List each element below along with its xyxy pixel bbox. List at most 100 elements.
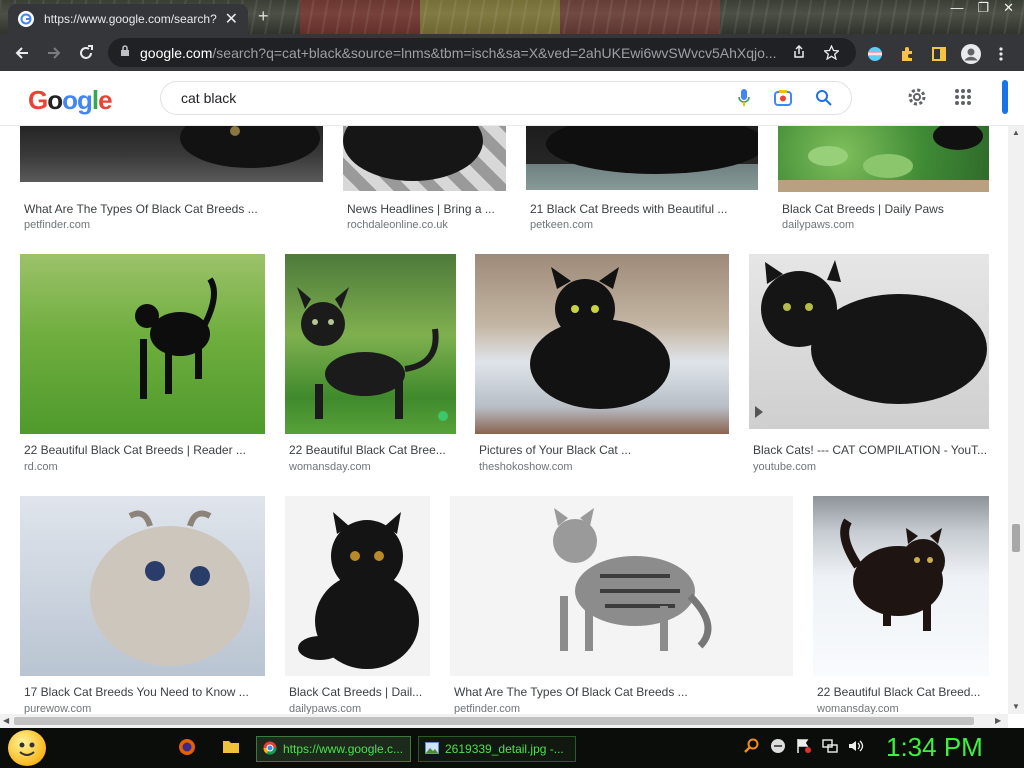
image-thumbnail[interactable] [813, 496, 989, 676]
image-result-card[interactable]: Black Cats! --- CAT COMPILATION - YouT..… [749, 254, 989, 474]
result-source[interactable]: purewow.com [24, 703, 91, 714]
result-source[interactable]: dailypaws.com [289, 703, 361, 714]
image-result-card[interactable]: 22 Beautiful Black Cat Breeds | Reader .… [20, 254, 265, 474]
forward-icon[interactable] [38, 37, 70, 69]
image-thumbnail[interactable] [20, 254, 265, 434]
horizontal-scroll-thumb[interactable] [14, 717, 974, 725]
result-source[interactable]: theshokoshow.com [479, 461, 573, 473]
result-source[interactable]: rd.com [24, 461, 58, 473]
share-icon[interactable] [786, 39, 812, 65]
image-thumbnail[interactable] [749, 254, 989, 429]
result-source[interactable]: dailypaws.com [782, 219, 854, 231]
taskbar: https://www.google.c... 2619339_detail.j… [0, 728, 1024, 768]
image-result-card[interactable]: 21 Black Cat Breeds with Beautiful ... p… [526, 126, 758, 231]
chrome-icon [263, 741, 277, 758]
action-center-flag-icon[interactable] [796, 738, 812, 757]
result-title[interactable]: 17 Black Cat Breeds You Need to Know ... [24, 685, 262, 699]
bookmark-star-icon[interactable] [818, 39, 844, 65]
result-title[interactable]: Pictures of Your Black Cat ... [479, 443, 727, 457]
scroll-down-arrow-icon[interactable]: ▼ [1012, 702, 1020, 711]
address-bar[interactable]: google.com/search?q=cat+black&source=lnm… [108, 38, 856, 67]
taskbar-chrome-window[interactable]: https://www.google.c... [256, 736, 411, 762]
restore-icon[interactable]: ❐ [977, 0, 989, 16]
image-thumbnail[interactable] [20, 126, 323, 182]
result-title[interactable]: 22 Beautiful Black Cat Breed... [817, 685, 989, 699]
image-result-card[interactable]: Black Cat Breeds | Daily Paws dailypaws.… [778, 126, 989, 231]
image-result-card[interactable]: 22 Beautiful Black Cat Bree... womansday… [285, 254, 456, 474]
result-title[interactable]: 22 Beautiful Black Cat Bree... [289, 443, 455, 457]
sign-in-button-edge[interactable] [1002, 80, 1008, 114]
scroll-right-arrow-icon[interactable]: ▶ [995, 716, 1001, 725]
scroll-up-arrow-icon[interactable]: ▲ [1012, 128, 1020, 137]
image-thumbnail[interactable] [285, 254, 456, 434]
lens-search-icon[interactable] [773, 88, 793, 111]
image-result-card[interactable]: 22 Beautiful Black Cat Breed... womansda… [813, 496, 989, 714]
taskbar-clock[interactable]: 1:34 PM [886, 732, 983, 763]
apps-grid-icon[interactable] [954, 88, 972, 111]
image-thumbnail[interactable] [778, 126, 989, 192]
horizontal-scrollbar[interactable]: ◀ ▶ [0, 714, 1008, 728]
search-icon[interactable] [815, 89, 833, 110]
search-input[interactable]: cat black [160, 81, 852, 115]
settings-gear-icon[interactable] [906, 86, 928, 113]
image-result-card[interactable]: Black Cat Breeds | Dail... dailypaws.com [285, 496, 430, 714]
browser-title-bar: https://www.google.com/search? ✕ + — ❐ ✕ [0, 0, 1024, 34]
search-tray-icon[interactable] [744, 738, 760, 757]
browser-menu-icon[interactable] [990, 41, 1012, 67]
voice-search-icon[interactable] [737, 88, 751, 111]
image-results-grid: What Are The Types Of Black Cat Breeds .… [0, 126, 1008, 714]
result-source[interactable]: womansday.com [817, 703, 899, 714]
vertical-scrollbar[interactable]: ▲ ▼ [1008, 126, 1024, 714]
image-result-card[interactable]: What Are The Types Of Black Cat Breeds .… [450, 496, 793, 714]
tab-title: https://www.google.com/search? [44, 12, 217, 26]
result-source[interactable]: petkeen.com [530, 219, 593, 231]
result-title[interactable]: Black Cats! --- CAT COMPILATION - YouT..… [753, 443, 989, 457]
minimize-icon[interactable]: — [950, 0, 963, 16]
browser-tab[interactable]: https://www.google.com/search? ✕ [8, 4, 248, 34]
google-doodle-logo[interactable]: Google [28, 85, 113, 116]
image-result-card[interactable]: 17 Black Cat Breeds You Need to Know ...… [20, 496, 265, 714]
result-source[interactable]: petfinder.com [24, 219, 90, 231]
image-result-card[interactable]: News Headlines | Bring a ... rochdaleonl… [343, 126, 506, 231]
result-title[interactable]: Black Cat Breeds | Dail... [289, 685, 429, 699]
image-thumbnail[interactable] [285, 496, 430, 676]
logo-letter: o [62, 85, 78, 115]
image-thumbnail[interactable] [475, 254, 729, 434]
result-title[interactable]: What Are The Types Of Black Cat Breeds .… [454, 685, 792, 699]
folder-icon[interactable] [222, 738, 240, 759]
start-smiley-icon[interactable] [8, 730, 46, 766]
result-source[interactable]: rochdaleonline.co.uk [347, 219, 448, 231]
image-result-card[interactable]: What Are The Types Of Black Cat Breeds .… [20, 126, 323, 231]
volume-icon[interactable] [848, 738, 864, 757]
result-title[interactable]: What Are The Types Of Black Cat Breeds .… [24, 202, 314, 216]
reload-icon[interactable] [70, 37, 102, 69]
new-tab-button[interactable]: + [258, 6, 269, 27]
tab-close-icon[interactable]: ✕ [225, 9, 238, 29]
result-title[interactable]: 21 Black Cat Breeds with Beautiful ... [530, 202, 752, 216]
taskbar-button-label: https://www.google.c... [283, 742, 404, 756]
result-title[interactable]: 22 Beautiful Black Cat Breeds | Reader .… [24, 443, 262, 457]
image-thumbnail[interactable] [526, 126, 758, 190]
image-thumbnail[interactable] [450, 496, 793, 676]
extensions-puzzle-icon[interactable] [894, 41, 920, 67]
vertical-scroll-thumb[interactable] [1012, 524, 1020, 552]
back-icon[interactable] [6, 37, 38, 69]
result-title[interactable]: News Headlines | Bring a ... [347, 202, 505, 216]
profile-avatar-icon[interactable] [958, 41, 984, 67]
scroll-left-arrow-icon[interactable]: ◀ [3, 716, 9, 725]
profile-flag-icon[interactable] [862, 41, 888, 67]
logo-letter: o [47, 85, 63, 115]
result-source[interactable]: youtube.com [753, 461, 816, 473]
status-tray-icon[interactable] [770, 738, 786, 757]
firefox-icon[interactable] [178, 738, 196, 761]
result-source[interactable]: womansday.com [289, 461, 371, 473]
image-thumbnail[interactable] [20, 496, 265, 676]
result-source[interactable]: petfinder.com [454, 703, 520, 714]
image-result-card[interactable]: Pictures of Your Black Cat ... theshokos… [475, 254, 729, 474]
side-panel-icon[interactable] [926, 41, 952, 67]
close-window-icon[interactable]: ✕ [1003, 0, 1014, 16]
network-icon[interactable] [822, 738, 838, 757]
image-thumbnail[interactable] [343, 126, 506, 191]
taskbar-image-viewer-window[interactable]: 2619339_detail.jpg -... [418, 736, 576, 762]
result-title[interactable]: Black Cat Breeds | Daily Paws [782, 202, 987, 216]
